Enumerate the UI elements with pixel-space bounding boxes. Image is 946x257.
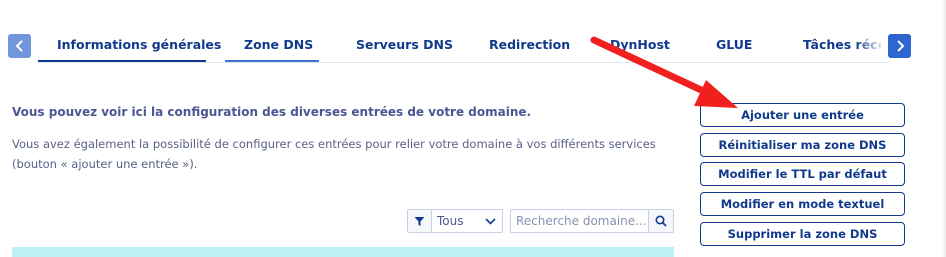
- tab-glue[interactable]: GLUE: [716, 34, 752, 62]
- search-icon: [655, 215, 667, 227]
- chevron-down-icon: [485, 217, 496, 225]
- window-edge: [942, 0, 946, 257]
- table-header: [12, 247, 674, 257]
- filter-icon-box: [407, 209, 431, 233]
- tab-overflow-fade: [855, 34, 885, 60]
- edit-text-mode-button[interactable]: Modifier en mode textuel: [700, 192, 905, 216]
- chevron-right-icon: [896, 40, 904, 52]
- tab-divider: [38, 62, 888, 63]
- delete-dns-zone-button[interactable]: Supprimer la zone DNS: [700, 222, 905, 246]
- tab-informations-generales[interactable]: Informations générales: [38, 34, 221, 62]
- chevron-left-icon: [15, 40, 23, 52]
- dns-zone-page: Informations générales Zone DNS Serveurs…: [0, 0, 946, 257]
- search-button[interactable]: [648, 209, 674, 233]
- domain-search-input[interactable]: [510, 209, 648, 233]
- tab-zone-dns[interactable]: Zone DNS: [225, 34, 319, 62]
- intro-title: Vous pouvez voir ici la configuration de…: [12, 105, 532, 119]
- reset-dns-zone-button[interactable]: Réinitialiser ma zone DNS: [700, 133, 905, 157]
- tab-scroll-right-button[interactable]: [888, 34, 911, 58]
- add-entry-button[interactable]: Ajouter une entrée: [700, 103, 905, 127]
- tab-serveurs-dns[interactable]: Serveurs DNS: [356, 34, 453, 62]
- filter-icon: [414, 216, 425, 226]
- type-filter-value: Tous: [437, 214, 464, 228]
- tab-dynhost[interactable]: DynHost: [610, 34, 670, 62]
- tab-scroll-left-button[interactable]: [8, 34, 31, 58]
- type-filter-select[interactable]: Tous: [431, 209, 503, 233]
- tab-redirection[interactable]: Redirection: [489, 34, 570, 62]
- edit-default-ttl-button[interactable]: Modifier le TTL par défaut: [700, 162, 905, 186]
- intro-description: Vous avez également la possibilité de co…: [12, 137, 656, 171]
